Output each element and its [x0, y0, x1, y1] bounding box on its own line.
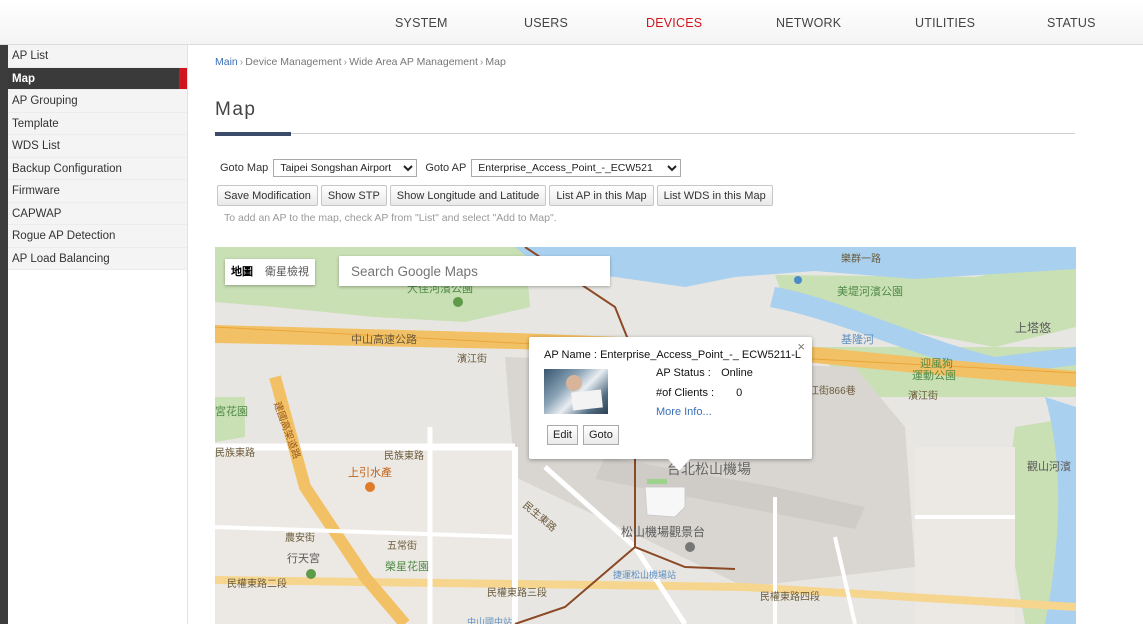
- title-divider: [215, 133, 1075, 134]
- ap-name-line: AP Name : Enterprise_Access_Point_-_ ECW…: [544, 349, 801, 361]
- ap-status-label: AP Status :: [656, 367, 711, 379]
- sidebar-item-map[interactable]: Map: [8, 67, 187, 90]
- sidebar-item-firmware[interactable]: Firmware: [8, 180, 187, 203]
- breadcrumb-device-management: Device Management: [245, 56, 342, 68]
- breadcrumb-wide-area: Wide Area AP Management: [349, 56, 478, 68]
- action-buttons: Save Modification Show STP Show Longitud…: [217, 185, 776, 206]
- sidebar-item-ap-list[interactable]: AP List: [8, 45, 187, 68]
- ap-name-label: AP Name :: [544, 349, 597, 361]
- goto-button[interactable]: Goto: [583, 425, 619, 445]
- map-label-minzu-rd-2: 民族東路: [215, 448, 255, 459]
- map-label-rongxing-park: 榮星花園: [385, 561, 429, 573]
- nav-users[interactable]: USERS: [524, 16, 568, 30]
- map-label-zhongshan-highway: 中山高速公路: [351, 334, 417, 346]
- breadcrumb-main[interactable]: Main: [215, 56, 238, 68]
- title-accent-bar: [215, 132, 291, 136]
- top-bar: SYSTEM USERS DEVICES NETWORK UTILITIES S…: [0, 0, 1143, 45]
- hint-text: To add an AP to the map, check AP from "…: [224, 212, 557, 224]
- ap-photo: [544, 369, 608, 414]
- page-title: Map: [215, 99, 257, 120]
- map-label-lequn-rd: 樂群一路: [841, 254, 881, 265]
- map-label-nongan-st: 農安街: [285, 533, 315, 544]
- goto-map-select[interactable]: Taipei Songshan Airport: [273, 159, 418, 177]
- goto-row: Goto Map Taipei Songshan Airport Goto AP…: [220, 159, 689, 177]
- map-type-map-button[interactable]: 地圖: [225, 259, 259, 285]
- goto-map-label: Goto Map: [220, 162, 269, 174]
- map-label-yingfeng-park-2: 運動公園: [912, 370, 956, 382]
- breadcrumb-separator: ›: [239, 56, 244, 68]
- map-label-wuchang-st: 五常街: [387, 541, 417, 552]
- sidebar-item-template[interactable]: Template: [8, 112, 187, 135]
- map-label-meiti-park: 美堤河濱公園: [837, 286, 903, 298]
- sidebar-item-ap-grouping[interactable]: AP Grouping: [8, 90, 187, 113]
- sidebar-item-wds-list[interactable]: WDS List: [8, 135, 187, 158]
- ap-clients-label: #of Clients :: [656, 387, 715, 399]
- ap-clients-row: #of Clients : 0: [656, 387, 742, 399]
- nav-utilities[interactable]: UTILITIES: [915, 16, 975, 30]
- ap-clients-value: 0: [736, 387, 743, 399]
- map-label-binjiang-st-2: 濱江街: [908, 391, 938, 402]
- breadcrumb-separator: ›: [479, 56, 484, 68]
- map-label-shangyin-seafood: 上引水產: [348, 467, 392, 479]
- map-label-mrt-songshan: 捷運松山機場站: [613, 570, 677, 580]
- map-type-satellite-button[interactable]: 衛星檢視: [259, 259, 315, 285]
- map-label-minquan-3: 民權東路三段: [487, 588, 547, 599]
- map-label-binjiang-st: 濱江街: [457, 354, 487, 365]
- map-search-input[interactable]: [339, 256, 610, 286]
- map-label-minquan-2: 民權東路二段: [227, 579, 287, 590]
- map-label-mrt-zhongshan: 中山國中站: [467, 617, 513, 624]
- ap-status-value: Online: [721, 367, 753, 379]
- list-wds-button[interactable]: List WDS in this Map: [656, 185, 773, 206]
- sidebar-item-ap-load-balancing[interactable]: AP Load Balancing: [8, 247, 187, 270]
- goto-ap-select[interactable]: Enterprise_Access_Point_-_ECW521: [471, 159, 682, 177]
- map-label-binjiang-lane: 江街866巷: [809, 386, 856, 397]
- save-modification-button[interactable]: Save Modification: [217, 185, 318, 206]
- map-type-toggle: 地圖 衛星檢視: [225, 259, 315, 285]
- nav-system[interactable]: SYSTEM: [395, 16, 448, 30]
- breadcrumb: Main › Device Management › Wide Area AP Mana…: [215, 56, 506, 68]
- sidebar: AP List Map AP Grouping Template WDS Lis…: [8, 45, 188, 624]
- nav-status[interactable]: STATUS: [1047, 16, 1096, 30]
- breadcrumb-map: Map: [485, 56, 506, 68]
- map-label-keelung-river: 基隆河: [841, 334, 874, 346]
- ap-info-window: × AP Name : Enterprise_Access_Point_-_ E…: [529, 337, 812, 471]
- show-longitude-latitude-button[interactable]: Show Longitude and Latitude: [389, 185, 547, 206]
- map-label-huayuan-park: 宮花園: [215, 406, 248, 418]
- sidebar-item-backup-configuration[interactable]: Backup Configuration: [8, 157, 187, 180]
- breadcrumb-separator: ›: [343, 56, 348, 68]
- list-ap-button[interactable]: List AP in this Map: [549, 185, 654, 206]
- edit-button[interactable]: Edit: [547, 425, 578, 445]
- map-label-shangtayou: 上塔悠: [1015, 321, 1052, 335]
- map-label-xingtian-temple: 行天宮: [287, 553, 320, 565]
- ap-status-row: AP Status : Online: [656, 367, 753, 379]
- map-label-minzu-rd: 民族東路: [384, 451, 424, 462]
- map-label-guanshan: 觀山河濱: [1027, 461, 1071, 473]
- left-strip: [0, 45, 8, 624]
- show-stp-button[interactable]: Show STP: [320, 185, 387, 206]
- more-info-link[interactable]: More Info...: [656, 406, 712, 418]
- nav-network[interactable]: NETWORK: [776, 16, 841, 30]
- ap-name-value: Enterprise_Access_Point_-_ ECW5211-L: [600, 349, 802, 361]
- goto-ap-label: Goto AP: [425, 162, 467, 174]
- nav-devices[interactable]: DEVICES: [635, 12, 713, 34]
- sidebar-item-rogue-ap-detection[interactable]: Rogue AP Detection: [8, 225, 187, 248]
- map-label-observation-deck: 松山機場觀景台: [621, 525, 706, 539]
- top-nav: SYSTEM USERS DEVICES NETWORK UTILITIES S…: [0, 0, 1143, 45]
- sidebar-item-capwap[interactable]: CAPWAP: [8, 202, 187, 225]
- map-label-minquan-4: 民權東路四段: [760, 592, 820, 603]
